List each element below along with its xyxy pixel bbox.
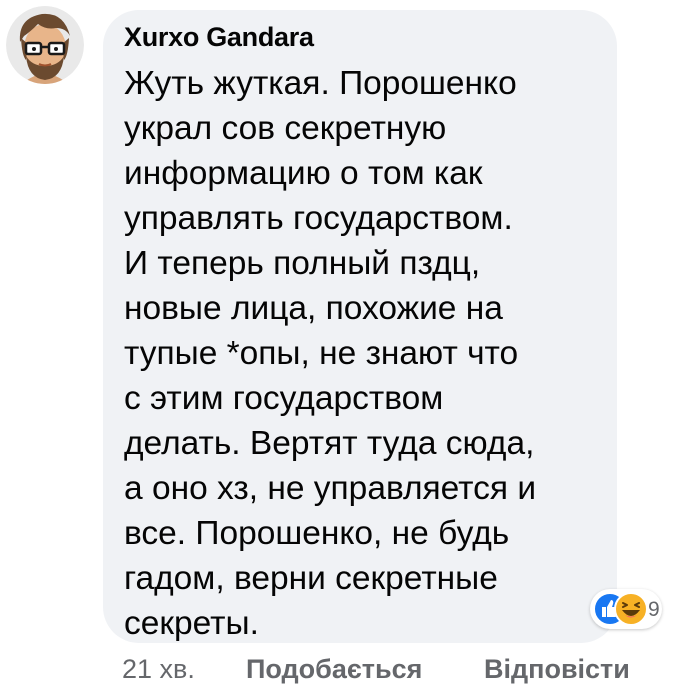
comment-text-line: И теперь полный пздц, xyxy=(124,245,481,282)
comment-text: Жуть жуткая. Порошенко украл сов секретн… xyxy=(124,61,594,646)
reply-button[interactable]: Відповісти xyxy=(484,654,630,685)
comment-actions: 21 хв. Подобається Відповісти xyxy=(0,650,700,690)
comment-text-line: информацию о том как xyxy=(124,155,483,192)
comment-text-line: новые лица, похожие на xyxy=(124,290,503,327)
comment-text-line: управлять государством. xyxy=(124,200,513,237)
comment-text-line: Жуть жуткая. Порошенко xyxy=(124,65,517,102)
author-avatar[interactable] xyxy=(6,6,84,84)
comment-timestamp[interactable]: 21 хв. xyxy=(122,654,195,685)
comment-author-name[interactable]: Xurxo Gandara xyxy=(124,22,314,53)
like-button[interactable]: Подобається xyxy=(246,654,422,685)
comment-text-line: с этим государством xyxy=(124,380,444,417)
reaction-count: 9 xyxy=(648,598,660,621)
haha-icon xyxy=(614,592,648,626)
comment-text-line: украл сов секретную xyxy=(124,110,447,147)
comment-text-line: а оно хз, не управляется и xyxy=(124,470,537,507)
comment-text-line: делать. Вертят туда сюда, xyxy=(124,425,535,462)
reactions-summary[interactable]: 9 xyxy=(590,589,662,629)
comment-text-line: гадом, верни секретные xyxy=(124,560,498,597)
comment-text-line: секреты. xyxy=(124,605,259,642)
comment-text-line: все. Порошенко, не будь xyxy=(124,515,510,552)
avatar-illustration xyxy=(6,6,84,84)
comment-text-line: тупые *опы, не знают что xyxy=(124,335,519,372)
